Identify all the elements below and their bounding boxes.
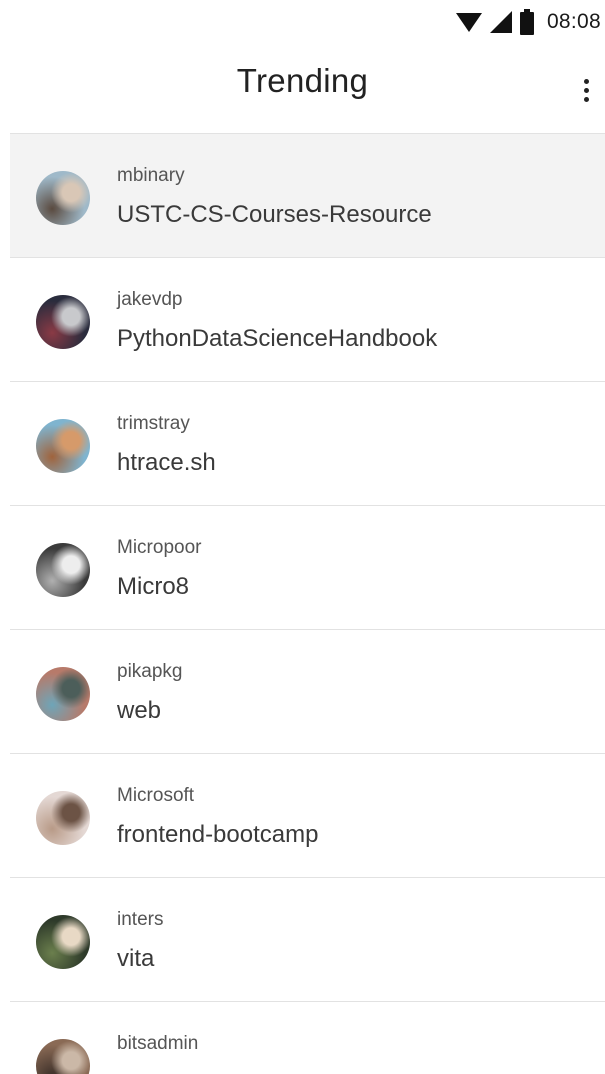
repo-list-item[interactable]: jakevdp PythonDataScienceHandbook (10, 258, 605, 382)
repo-name: frontend-bootcamp (117, 821, 319, 848)
cell-signal-icon (489, 11, 512, 33)
avatar[interactable] (36, 1039, 90, 1074)
more-vert-icon[interactable] (573, 72, 599, 108)
repo-list-item[interactable]: trimstray htrace.sh (10, 382, 605, 506)
avatar[interactable] (36, 419, 90, 473)
avatar[interactable] (36, 791, 90, 845)
avatar[interactable] (36, 543, 90, 597)
repo-owner: trimstray (117, 413, 190, 434)
repo-owner: pikapkg (117, 661, 183, 682)
repo-owner: bitsadmin (117, 1033, 199, 1054)
repo-name: Micro8 (117, 573, 190, 600)
avatar[interactable] (36, 295, 90, 349)
repo-name: vita (117, 945, 155, 972)
repo-list-item[interactable]: bitsadmin (10, 1002, 605, 1074)
page-title: Trending (236, 62, 369, 99)
repo-owner: mbinary (117, 165, 185, 186)
wifi-icon (455, 13, 482, 32)
repo-owner: Microsoft (117, 785, 195, 806)
battery-icon (519, 9, 534, 35)
repo-list-item[interactable]: mbinary USTC-CS-Courses-Resource (10, 134, 605, 258)
repo-list-item[interactable]: Microsoft frontend-bootcamp (10, 754, 605, 878)
repo-name: PythonDataScienceHandbook (117, 325, 438, 352)
repo-list-item[interactable]: inters vita (10, 878, 605, 1002)
avatar[interactable] (36, 171, 90, 225)
app-bar: Trending (0, 44, 605, 134)
repo-owner: jakevdp (117, 289, 183, 310)
avatar[interactable] (36, 915, 90, 969)
status-time: 08:08 (546, 10, 601, 33)
screen: 08:08 Trending mbinary USTC-CS-Courses-R… (0, 0, 605, 1074)
status-bar: 08:08 (0, 0, 605, 44)
repo-name: htrace.sh (117, 449, 216, 476)
avatar[interactable] (36, 667, 90, 721)
repo-list[interactable]: mbinary USTC-CS-Courses-Resource jakevdp… (10, 134, 605, 1074)
repo-owner: Micropoor (117, 537, 202, 558)
repo-list-item[interactable]: Micropoor Micro8 (10, 506, 605, 630)
menu-dot (583, 87, 589, 93)
repo-list-item[interactable]: pikapkg web (10, 630, 605, 754)
status-icons: 08:08 (455, 8, 601, 36)
menu-dot (583, 78, 589, 84)
menu-dot (583, 96, 589, 102)
repo-owner: inters (117, 909, 164, 930)
repo-name: web (117, 697, 162, 724)
repo-name: USTC-CS-Courses-Resource (117, 201, 432, 228)
